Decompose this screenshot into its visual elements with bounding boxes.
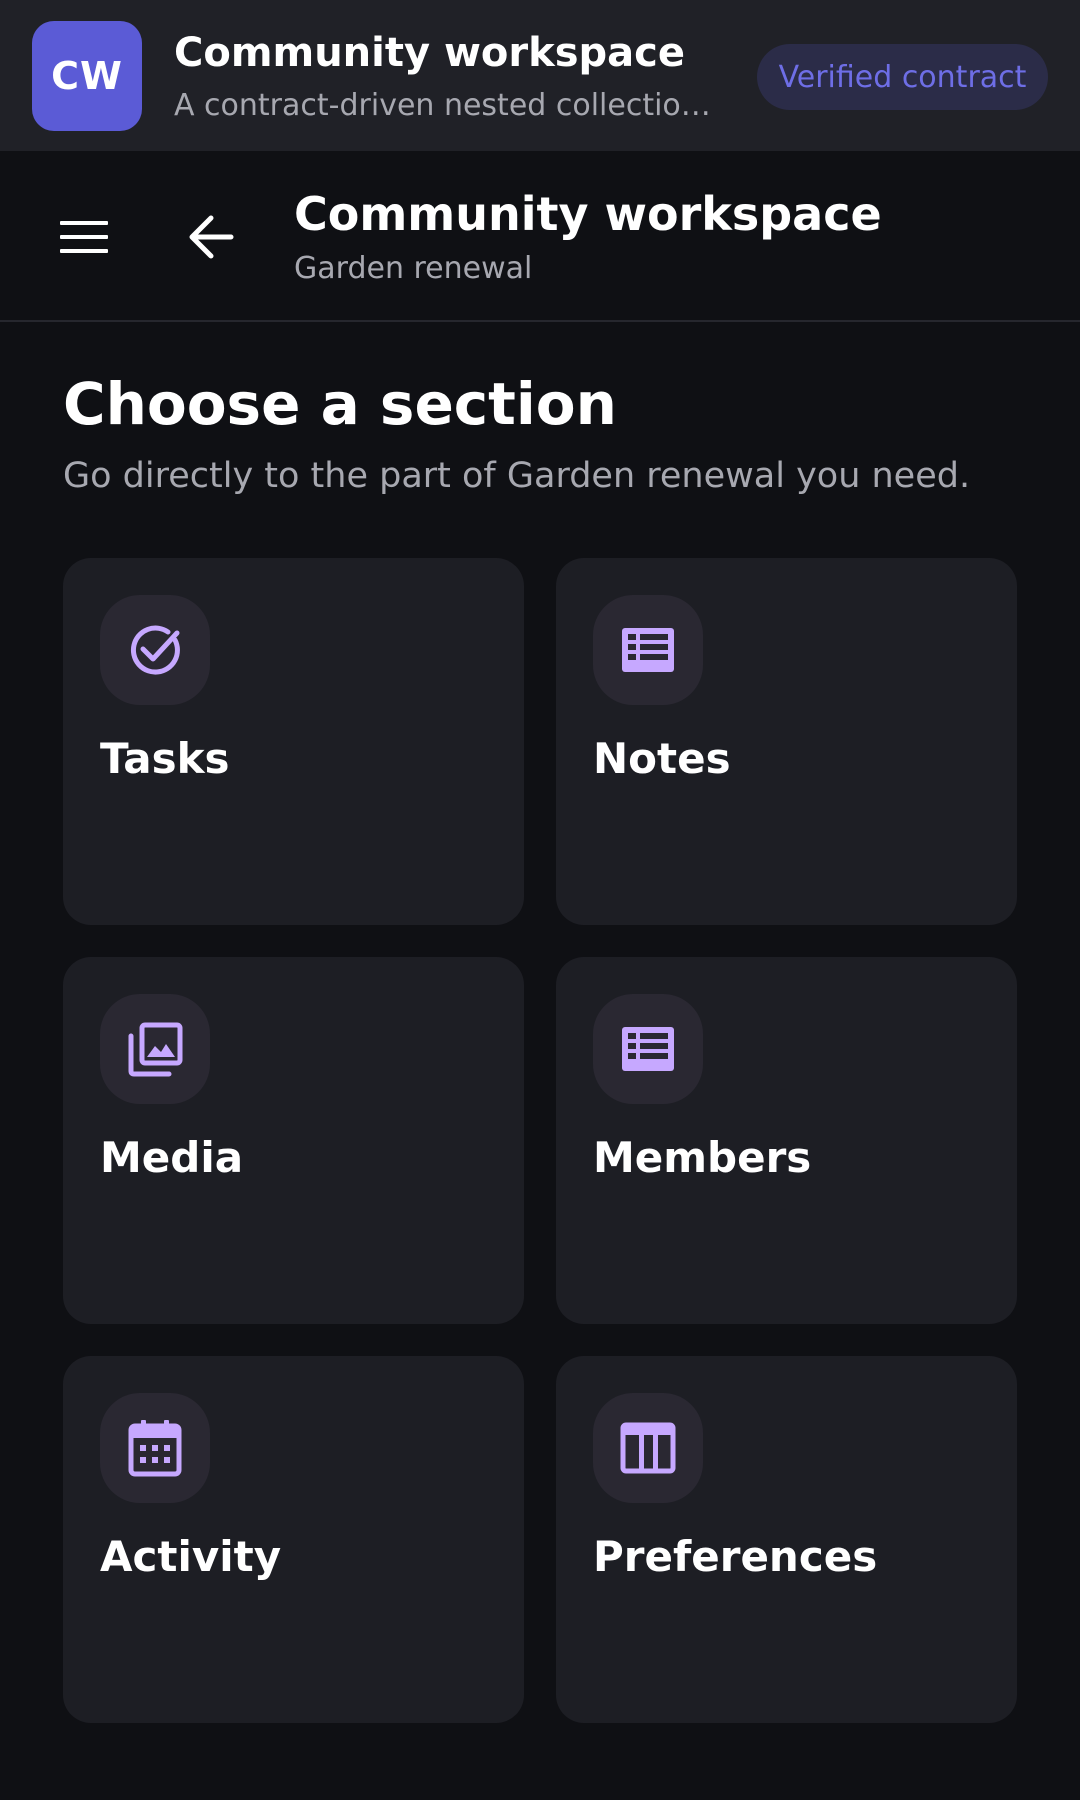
app-logo: CW <box>32 21 142 131</box>
list-icon <box>593 994 703 1104</box>
app-title: Community workspace <box>174 30 686 76</box>
hamburger-menu-icon <box>60 221 108 253</box>
section-card-preferences[interactable]: Preferences <box>556 1356 1017 1723</box>
section-card-label: Tasks <box>100 734 230 783</box>
nav-title: Community workspace <box>294 187 882 241</box>
app-subtitle: A contract-driven nested collection work… <box>174 88 722 123</box>
section-card-tasks[interactable]: Tasks <box>63 558 524 925</box>
photo-library-icon <box>100 994 210 1104</box>
section-card-members[interactable]: Members <box>556 957 1017 1324</box>
section-card-label: Notes <box>593 734 731 783</box>
table-layout-icon <box>593 1393 703 1503</box>
list-icon <box>593 595 703 705</box>
section-card-activity[interactable]: Activity <box>63 1356 524 1723</box>
nav-bar: Community workspace Garden renewal <box>0 151 1080 322</box>
page-title: Choose a section <box>63 370 617 438</box>
verified-contract-badge: Verified contract <box>757 44 1048 110</box>
section-card-label: Activity <box>100 1532 282 1581</box>
section-card-label: Members <box>593 1133 812 1182</box>
nav-subtitle: Garden renewal <box>294 251 533 286</box>
section-card-label: Preferences <box>593 1532 878 1581</box>
menu-button[interactable] <box>42 195 126 279</box>
page-description: Go directly to the part of Garden renewa… <box>63 456 971 496</box>
arrow-left-icon <box>189 215 234 259</box>
section-card-media[interactable]: Media <box>63 957 524 1324</box>
section-card-label: Media <box>100 1133 244 1182</box>
section-card-notes[interactable]: Notes <box>556 558 1017 925</box>
calendar-icon <box>100 1393 210 1503</box>
check-circle-icon <box>100 595 210 705</box>
section-grid: Tasks Notes Media Members Activity Prefe… <box>63 558 1017 1723</box>
back-button[interactable] <box>169 195 253 279</box>
app-header: CW Community workspace A contract-driven… <box>0 0 1080 151</box>
